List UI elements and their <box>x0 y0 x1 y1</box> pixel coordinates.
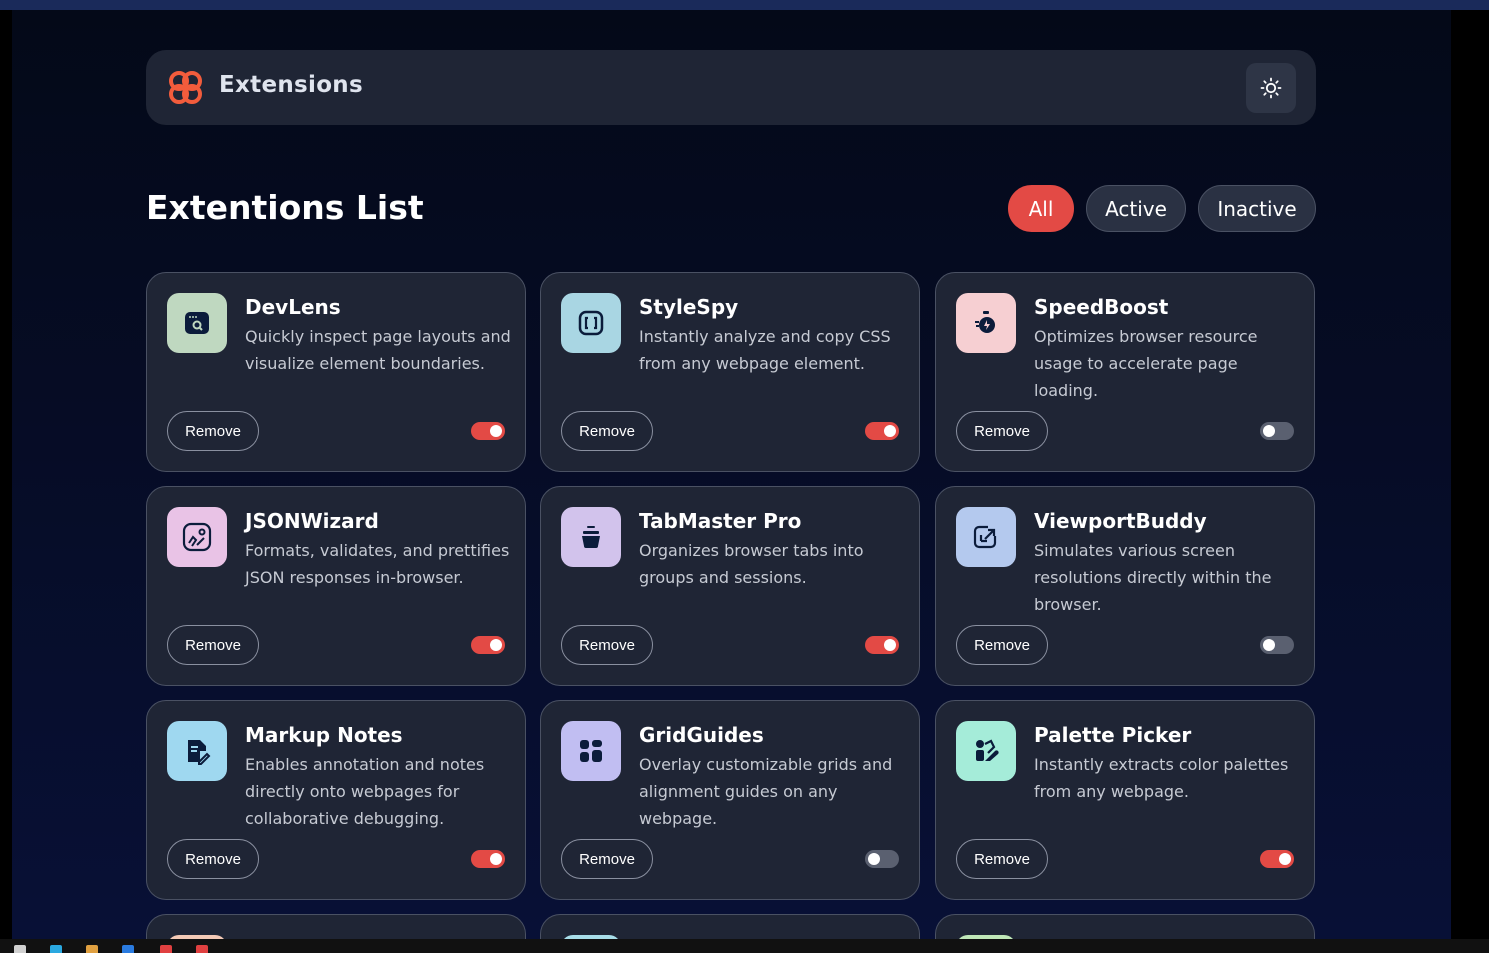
extension-name: Markup Notes <box>245 723 403 747</box>
active-toggle[interactable] <box>471 636 505 654</box>
taskbar-app-icon[interactable] <box>122 945 134 953</box>
extension-description: Quickly inspect page layouts and visuali… <box>245 327 511 373</box>
remove-button[interactable]: Remove <box>956 411 1048 451</box>
toggle-knob <box>490 639 502 651</box>
extension-name: DevLens <box>245 295 341 319</box>
jsonwizard-icon <box>167 507 227 567</box>
active-toggle[interactable] <box>865 850 899 868</box>
active-toggle[interactable] <box>471 850 505 868</box>
viewportbuddy-icon <box>956 507 1016 567</box>
filter-all-button[interactable]: All <box>1008 185 1074 232</box>
remove-button[interactable]: Remove <box>956 839 1048 879</box>
extension-description: Instantly analyze and copy CSS from any … <box>639 327 891 373</box>
active-toggle[interactable] <box>865 636 899 654</box>
extension-description: Simulates various screen resolutions dir… <box>1034 541 1272 614</box>
extension-name: Palette Picker <box>1034 723 1192 747</box>
extension-card: Markup Notes Enables annotation and notes… <box>146 700 526 900</box>
remove-button[interactable]: Remove <box>561 411 653 451</box>
taskbar-app-icon[interactable] <box>86 945 98 953</box>
remove-button[interactable]: Remove <box>956 625 1048 665</box>
os-taskbar <box>0 939 1489 953</box>
toggle-knob <box>1263 639 1275 651</box>
extension-description: Instantly extracts color palettes from a… <box>1034 755 1289 801</box>
window-edge <box>1451 10 1489 939</box>
filter-inactive-button[interactable]: Inactive <box>1198 185 1316 232</box>
remove-button[interactable]: Remove <box>167 625 259 665</box>
remove-button[interactable]: Remove <box>167 839 259 879</box>
app-header: Extensions <box>146 50 1316 125</box>
devlens-icon <box>167 293 227 353</box>
markupnotes-icon <box>167 721 227 781</box>
extension-description: Formats, validates, and prettifies JSON … <box>245 541 510 587</box>
extension-card: TabMaster Pro Organizes browser tabs into… <box>540 486 920 686</box>
extension-name: JSONWizard <box>245 509 379 533</box>
extension-name: TabMaster Pro <box>639 509 802 533</box>
tabmaster-icon <box>561 507 621 567</box>
toggle-knob <box>884 425 896 437</box>
page-title: Extentions List <box>146 188 424 227</box>
extension-card: ViewportBuddy Simulates various screen re… <box>935 486 1315 686</box>
toggle-knob <box>490 425 502 437</box>
sun-icon <box>1260 77 1282 99</box>
extension-card-partial <box>540 914 920 939</box>
toggle-knob <box>884 639 896 651</box>
extension-name: StyleSpy <box>639 295 739 319</box>
active-toggle[interactable] <box>1260 850 1294 868</box>
extension-description: Optimizes browser resource usage to acce… <box>1034 327 1258 400</box>
extension-card: Palette Picker Instantly extracts color p… <box>935 700 1315 900</box>
toggle-knob <box>490 853 502 865</box>
stylespy-icon <box>561 293 621 353</box>
extension-card: GridGuides Overlay customizable grids and… <box>540 700 920 900</box>
extension-card: DevLens Quickly inspect page layouts and … <box>146 272 526 472</box>
palettepicker-icon <box>956 721 1016 781</box>
logo-icon <box>169 71 202 104</box>
page-viewport: Extensions Extentions List All Active In… <box>12 10 1451 939</box>
taskbar-app-icon[interactable] <box>14 945 26 953</box>
extension-name: GridGuides <box>639 723 764 747</box>
toggle-knob <box>868 853 880 865</box>
active-toggle[interactable] <box>1260 422 1294 440</box>
gridguides-icon <box>561 721 621 781</box>
remove-button[interactable]: Remove <box>167 411 259 451</box>
filter-active-button[interactable]: Active <box>1086 185 1186 232</box>
extension-card: SpeedBoost Optimizes browser resource usa… <box>935 272 1315 472</box>
extension-card: StyleSpy Instantly analyze and copy CSS f… <box>540 272 920 472</box>
logo-text: Extensions <box>219 72 363 98</box>
active-toggle[interactable] <box>1260 636 1294 654</box>
remove-button[interactable]: Remove <box>561 839 653 879</box>
extension-name: SpeedBoost <box>1034 295 1169 319</box>
extension-description: Overlay customizable grids and alignment… <box>639 755 893 828</box>
taskbar-app-icon[interactable] <box>196 945 208 953</box>
extension-description: Organizes browser tabs into groups and s… <box>639 541 864 587</box>
taskbar-app-icon[interactable] <box>160 945 172 953</box>
extension-card-partial <box>935 914 1315 939</box>
extension-card-partial <box>146 914 526 939</box>
toggle-knob <box>1279 853 1291 865</box>
extension-description: Enables annotation and notes directly on… <box>245 755 485 828</box>
speedboost-icon <box>956 293 1016 353</box>
taskbar-app-icon[interactable] <box>50 945 62 953</box>
browser-top-strip <box>0 0 1489 10</box>
remove-button[interactable]: Remove <box>561 625 653 665</box>
theme-toggle-button[interactable] <box>1246 63 1296 113</box>
extension-name: ViewportBuddy <box>1034 509 1207 533</box>
extension-card: JSONWizard Formats, validates, and pretti… <box>146 486 526 686</box>
toggle-knob <box>1263 425 1275 437</box>
active-toggle[interactable] <box>865 422 899 440</box>
active-toggle[interactable] <box>471 422 505 440</box>
